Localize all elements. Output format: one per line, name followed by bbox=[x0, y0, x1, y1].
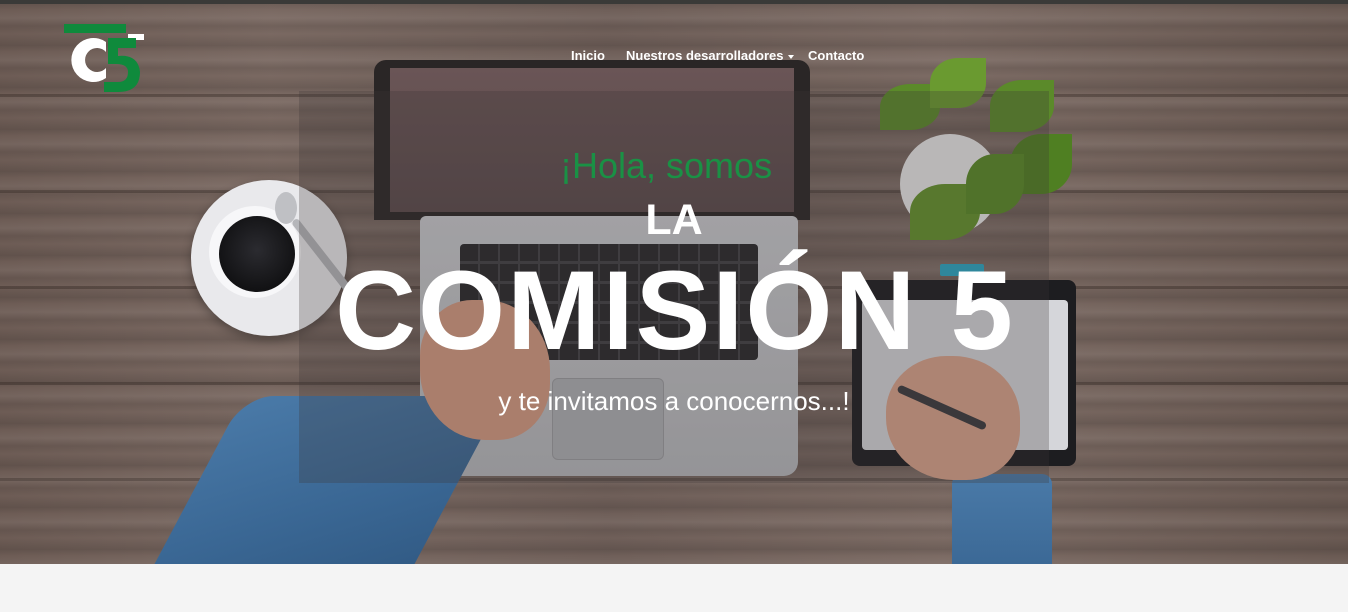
nav-desarrolladores-dropdown[interactable]: Nuestros desarrolladores bbox=[626, 47, 794, 65]
content-section-start bbox=[0, 564, 1348, 612]
hero-tagline: y te invitamos a conocernos...! bbox=[498, 386, 850, 416]
coffee-image bbox=[219, 216, 295, 292]
hero-title: COMISIÓN 5 bbox=[335, 248, 1015, 373]
hero-article: LA bbox=[645, 196, 703, 244]
hero-greeting: ¡Hola, somos bbox=[560, 145, 773, 186]
nav-desarrolladores-label: Nuestros desarrolladores bbox=[626, 48, 784, 63]
spoon-image bbox=[275, 192, 297, 224]
right-arm-image bbox=[952, 474, 1052, 564]
nav-inicio-link[interactable]: Inicio bbox=[571, 47, 605, 65]
main-navigation: Inicio Nuestros desarrolladores Contacto bbox=[0, 47, 1348, 65]
nav-contacto-link[interactable]: Contacto bbox=[808, 47, 864, 65]
chevron-down-icon bbox=[787, 54, 794, 59]
